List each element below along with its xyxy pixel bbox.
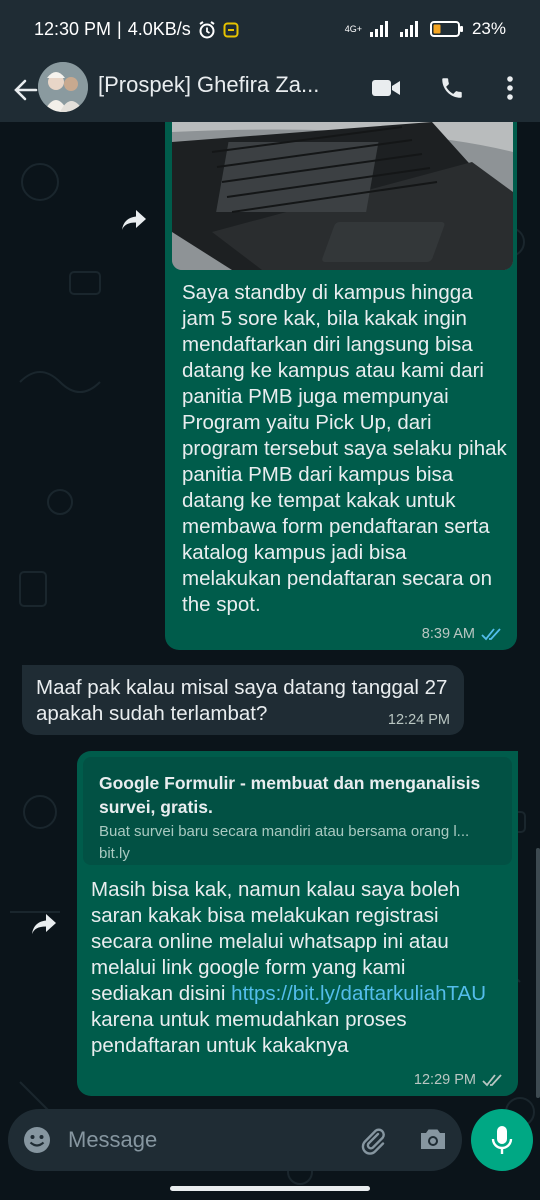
message-text-part: karena untuk memudahkan proses pendaftar… [91,1008,407,1057]
message-time: 8:39 AM [421,626,475,642]
message-meta: 12:29 PM [414,1072,504,1088]
contact-avatar[interactable] [38,62,88,112]
more-options-icon[interactable] [492,70,528,106]
network-type-label: 4G+ [344,23,362,34]
microphone-icon [491,1126,513,1154]
chat-header: [Prospek] Ghefira Za... [0,58,540,122]
forward-icon[interactable] [116,202,152,238]
message-text: Saya standby di kampus hingga jam 5 sore… [182,281,507,616]
home-indicator [170,1186,370,1191]
battery-icon [429,21,463,37]
message-time: 12:24 PM [387,712,450,728]
camera-icon[interactable] [418,1125,448,1155]
message-bubble-outgoing[interactable]: Saya standby di kampus hingga jam 5 sore… [165,122,517,650]
double-check-delivered-icon [482,1074,502,1087]
message-text: Masih bisa kak, namun kalau saya boleh s… [91,877,491,1059]
link-preview-card[interactable]: Google Formulir - membuat dan menganalis… [83,757,512,865]
double-check-read-icon [481,628,501,641]
message-image[interactable] [172,122,513,270]
status-net-speed: 4.0KB/s [127,19,191,39]
message-input-bar[interactable]: Message [8,1109,462,1171]
signal-icon [369,21,388,37]
voice-message-button[interactable] [471,1109,533,1171]
signal-icon-2 [399,21,418,37]
video-call-icon[interactable] [368,70,404,106]
battery-percent: 23% [471,19,506,38]
message-meta: 8:39 AM [422,626,503,642]
message-bubble-outgoing[interactable]: Google Formulir - membuat dan menganalis… [77,751,518,1096]
message-input[interactable]: Message [68,1127,157,1153]
forward-icon[interactable] [26,906,62,942]
chat-scrollbar[interactable] [536,848,540,1098]
attach-icon[interactable] [358,1125,388,1155]
message-time: 12:29 PM [413,1072,476,1088]
status-divider: | [117,19,122,39]
contact-name[interactable]: [Prospek] Ghefira Za... [98,72,348,98]
link-preview-title: Google Formulir - membuat dan menganalis… [99,773,481,817]
status-bar: 12:30 PM | 4.0KB/s 4G+ 23% [0,0,540,58]
voice-call-icon[interactable] [434,70,470,106]
app-notification-icon [223,22,239,37]
message-link[interactable]: https://bit.ly/daftarkuliahTAU [231,982,486,1005]
emoji-icon[interactable] [22,1125,52,1155]
status-time: 12:30 PM [34,19,112,39]
link-preview-domain: bit.ly [99,845,130,862]
message-bubble-incoming[interactable]: Maaf pak kalau misal saya datang tanggal… [22,665,464,735]
alarm-icon [199,20,215,38]
link-preview-description: Buat survei baru secara mandiri atau ber… [99,823,470,840]
